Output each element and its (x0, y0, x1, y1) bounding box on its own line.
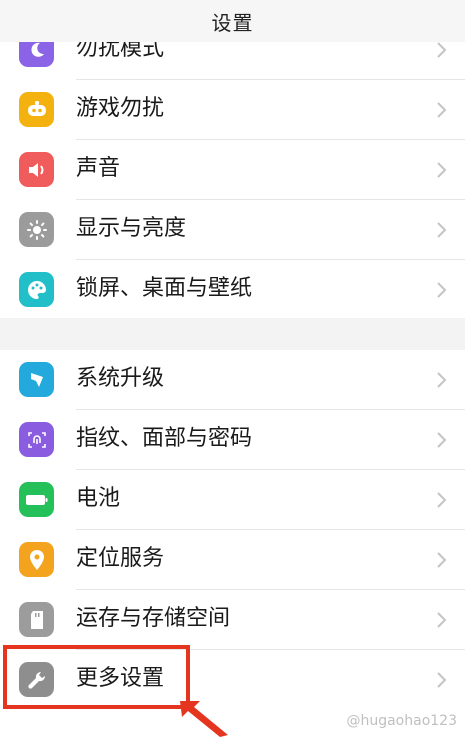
chevron-right-icon (437, 102, 447, 118)
chevron-right-icon (437, 672, 447, 688)
chevron-right-icon (437, 42, 447, 58)
chevron-right-icon (437, 552, 447, 568)
chevron-right-icon (437, 282, 447, 298)
settings-item-location-services[interactable]: 定位服务 (0, 530, 465, 590)
chevron-right-icon (437, 492, 447, 508)
arrow-icon (180, 701, 228, 737)
chevron-right-icon (437, 612, 447, 628)
settings-item-label: 系统升级 (76, 366, 165, 391)
chevron-right-icon (437, 372, 447, 388)
settings-item-game-dnd[interactable]: 游戏勿扰 (0, 80, 465, 140)
system-update-icon (19, 362, 54, 397)
page-title: 设置 (211, 10, 254, 35)
settings-item-system-update[interactable]: 系统升级 (0, 350, 465, 410)
settings-item-battery[interactable]: 电池 (0, 470, 465, 530)
settings-item-label: 游戏勿扰 (76, 96, 165, 121)
settings-item-lockscreen-wallpaper[interactable]: 锁屏、桌面与壁纸 (0, 260, 465, 320)
watermark: @hugaohao123 (346, 713, 457, 729)
game-controller-icon (19, 92, 54, 127)
settings-item-label: 定位服务 (76, 546, 165, 571)
settings-item-display-brightness[interactable]: 显示与亮度 (0, 200, 465, 260)
settings-item-label: 锁屏、桌面与壁纸 (76, 276, 253, 301)
settings-item-label: 指纹、面部与密码 (76, 426, 253, 451)
settings-item-label: 运存与存储空间 (76, 606, 231, 631)
location-pin-icon (19, 542, 54, 577)
settings-item-label: 显示与亮度 (76, 216, 187, 241)
settings-group-1: 勿扰模式 游戏勿扰 声音 显示与亮度 锁屏、桌面与壁纸 (0, 20, 465, 318)
settings-item-sound[interactable]: 声音 (0, 140, 465, 200)
sun-icon (19, 212, 54, 247)
header: 设置 (0, 0, 465, 42)
chevron-right-icon (437, 162, 447, 178)
palette-icon (19, 272, 54, 307)
sd-card-icon (19, 602, 54, 637)
settings-item-fingerprint-face-password[interactable]: 指纹、面部与密码 (0, 410, 465, 470)
battery-icon (19, 482, 54, 517)
chevron-right-icon (437, 222, 447, 238)
fingerprint-icon (19, 422, 54, 457)
settings-item-label: 声音 (76, 156, 121, 181)
speaker-icon (19, 152, 54, 187)
highlight-box (3, 645, 190, 709)
settings-item-label: 电池 (76, 486, 121, 511)
settings-item-ram-storage[interactable]: 运存与存储空间 (0, 590, 465, 650)
chevron-right-icon (437, 432, 447, 448)
settings-list: 勿扰模式 游戏勿扰 声音 显示与亮度 锁屏、桌面与壁纸 系统升级 指纹、面部与密… (0, 0, 465, 737)
